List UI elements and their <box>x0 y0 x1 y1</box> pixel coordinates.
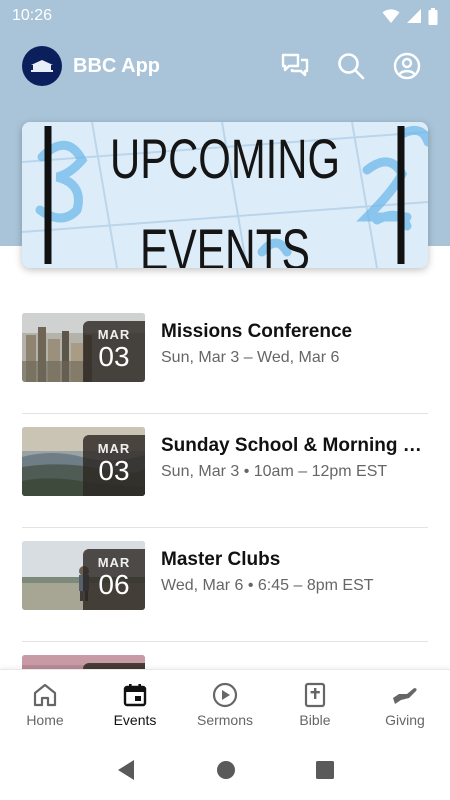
search-icon <box>338 53 365 80</box>
profile-button[interactable] <box>386 45 428 87</box>
home-circle-icon[interactable] <box>216 760 236 780</box>
event-subtitle: Sun, Mar 3 • 10am – 12pm EST <box>161 463 388 480</box>
recents-icon[interactable] <box>316 761 334 779</box>
signal-icon <box>407 9 421 23</box>
giving-hand-icon <box>393 688 417 704</box>
status-time: 10:26 <box>12 7 53 24</box>
event-thumbnail: MAR 03 <box>22 427 145 496</box>
back-icon[interactable] <box>116 759 136 781</box>
nav-sermons[interactable]: Sermons <box>180 670 270 740</box>
events-list: MAR 03 Missions Conference Sun, Mar 3 – … <box>0 300 450 682</box>
status-icons <box>382 7 438 25</box>
nav-label: Home <box>26 712 64 728</box>
calendar-icon <box>123 684 147 707</box>
app-header: BBC App <box>0 40 450 92</box>
event-title: Missions Conference <box>161 321 353 342</box>
event-row[interactable]: MAR 06 Master Clubs Wed, Mar 6 • 6:45 – … <box>22 528 428 642</box>
date-badge: MAR 03 <box>83 321 145 382</box>
nav-label: Sermons <box>196 712 254 728</box>
event-day: 03 <box>98 341 130 372</box>
event-day: 06 <box>98 569 130 600</box>
banner-line-2: EVENTS <box>140 218 310 268</box>
nav-bible[interactable]: Bible <box>270 670 360 740</box>
upcoming-events-banner[interactable]: UPCOMING EVENTS <box>22 122 428 268</box>
messages-button[interactable] <box>274 45 316 87</box>
event-title: Sunday School & Morning Worship <box>161 435 431 456</box>
nav-label: Bible <box>299 712 331 728</box>
date-badge: MAR 03 <box>83 435 145 496</box>
event-subtitle: Sun, Mar 3 – Wed, Mar 6 <box>161 349 340 366</box>
bottom-navigation: Home Events Sermons Bible Giving <box>0 669 450 739</box>
event-row[interactable]: MAR 03 Missions Conference Sun, Mar 3 – … <box>22 300 428 414</box>
church-logo[interactable] <box>22 46 62 86</box>
event-title: Master Clubs <box>161 549 281 570</box>
event-thumbnail: MAR 06 <box>22 541 145 610</box>
nav-home[interactable]: Home <box>0 670 90 740</box>
nav-label: Events <box>113 712 157 728</box>
account-circle-icon <box>393 52 421 80</box>
system-navigation-bar <box>0 740 450 800</box>
bible-icon <box>304 682 326 708</box>
event-row[interactable]: MAR 03 Sunday School & Morning Worship S… <box>22 414 431 528</box>
event-thumbnail: MAR 03 <box>22 313 145 382</box>
banner-line-1: UPCOMING <box>110 127 340 190</box>
nav-giving[interactable]: Giving <box>360 670 450 740</box>
search-button[interactable] <box>330 45 372 87</box>
app-title: BBC App <box>73 54 161 77</box>
event-month: MAR <box>97 555 131 570</box>
home-icon <box>33 683 57 707</box>
battery-icon <box>428 7 438 25</box>
nav-events[interactable]: Events <box>90 670 180 740</box>
event-subtitle: Wed, Mar 6 • 6:45 – 8pm EST <box>161 577 374 594</box>
nav-label: Giving <box>385 712 425 728</box>
event-month: MAR <box>97 327 131 342</box>
date-badge: MAR 06 <box>83 549 145 610</box>
wifi-icon <box>382 9 400 23</box>
play-circle-icon <box>212 682 238 708</box>
event-day: 03 <box>98 455 130 486</box>
status-bar: 10:26 <box>0 0 450 32</box>
event-month: MAR <box>97 441 131 456</box>
chat-bubbles-icon <box>281 53 309 77</box>
